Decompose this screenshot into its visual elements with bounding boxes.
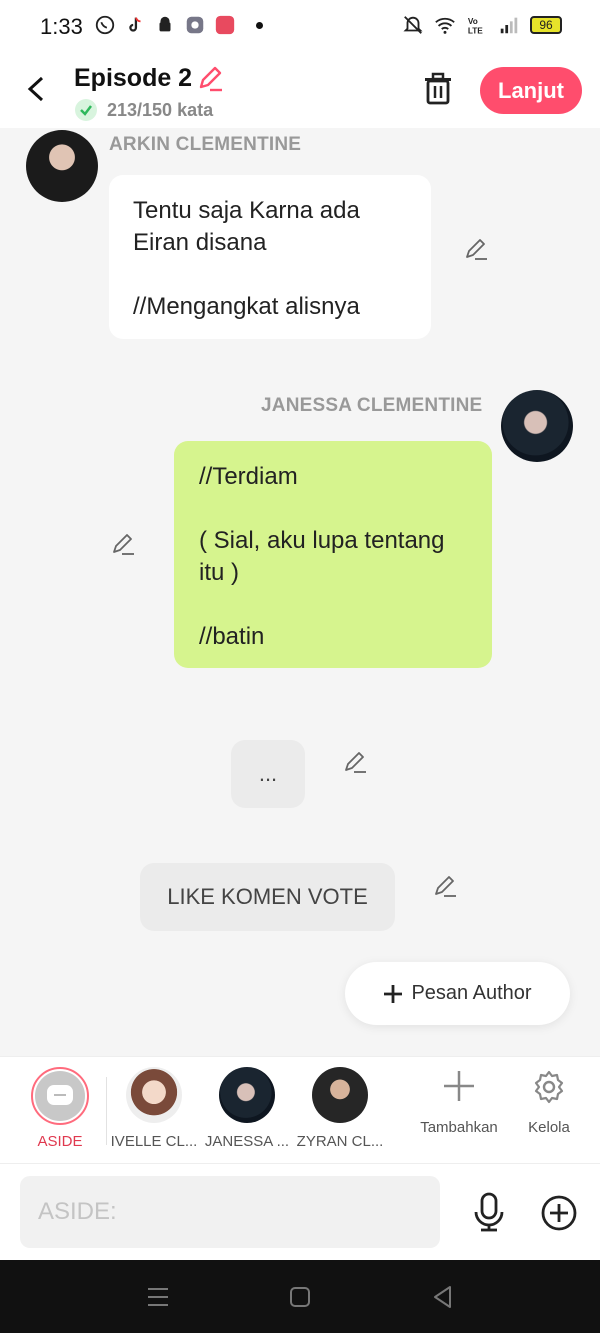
more-notifications-dot (256, 21, 263, 29)
volte-icon: VoLTE (468, 17, 483, 35)
sender-name: JANESSA CLEMENTINE (261, 395, 483, 416)
avatar-janessa-small (219, 1067, 275, 1123)
mangatoon-icon (215, 15, 235, 35)
episode-header: Episode 2 213/150 kata Lanjut (0, 54, 600, 128)
check-circle-icon (75, 99, 97, 121)
add-character-button[interactable]: Tambahkan (414, 1069, 504, 1136)
avatar-janessa[interactable] (501, 390, 573, 462)
plus-icon (444, 1071, 474, 1101)
message-bubble[interactable]: //Terdiam ( Sial, aku lupa tentang itu )… (174, 441, 492, 668)
manage-characters-button[interactable]: Kelola (504, 1069, 594, 1136)
character-janessa[interactable]: JANESSA ... (202, 1067, 292, 1150)
plus-icon (384, 984, 403, 1003)
sender-name: ARKIN CLEMENTINE (109, 134, 302, 155)
aside-avatar (31, 1067, 89, 1125)
whatsapp-icon (95, 15, 115, 35)
message-input[interactable] (20, 1176, 440, 1248)
chat-bubble-icon (47, 1085, 73, 1105)
add-circle-icon[interactable] (540, 1194, 578, 1232)
battery-icon: 96 (530, 16, 562, 34)
system-icons: Vo LTE 96 (402, 14, 562, 36)
word-count: 213/150 kata (107, 100, 214, 120)
chat-area: ARKIN CLEMENTINE Tentu saja Karna ada Ei… (0, 128, 600, 1056)
episode-title: Episode 2 (74, 64, 193, 92)
status-bar: 1:33 Vo LTE 96 (0, 0, 600, 54)
character-bar: ASIDE IVELLE CL... JANESSA ... ZYRAN CL.… (0, 1056, 600, 1164)
microphone-icon[interactable] (470, 1192, 508, 1232)
input-bar (0, 1164, 600, 1260)
next-button[interactable]: Lanjut (480, 67, 582, 114)
signal-icon (500, 17, 518, 34)
edit-message-pencil-icon[interactable] (342, 749, 368, 775)
message-bubble[interactable]: LIKE KOMEN VOTE (140, 863, 395, 931)
home-nav-icon[interactable] (287, 1284, 313, 1310)
character-label: IVELLE CL... (110, 1133, 198, 1150)
avatar-ivelle (126, 1067, 182, 1123)
author-message-button[interactable]: Pesan Author (345, 962, 570, 1025)
trash-icon[interactable] (422, 72, 454, 106)
edit-message-pencil-icon[interactable] (432, 873, 458, 899)
author-message-label: Pesan Author (411, 982, 532, 1004)
menu-nav-icon[interactable] (145, 1284, 171, 1310)
edit-message-pencil-icon[interactable] (110, 531, 136, 557)
message-bubble[interactable]: Tentu saja Karna ada Eiran disana //Meng… (109, 175, 431, 339)
settings-app-icon (186, 16, 204, 34)
mute-icon (403, 16, 423, 34)
divider (106, 1077, 107, 1145)
back-nav-icon[interactable] (430, 1284, 456, 1310)
android-icon (159, 16, 171, 32)
message-bubble[interactable]: ... (231, 740, 305, 808)
gear-icon (534, 1070, 564, 1104)
character-label: ZYRAN CL... (296, 1133, 384, 1150)
character-label: JANESSA ... (204, 1133, 290, 1150)
avatar-zyran (312, 1067, 368, 1123)
edit-title-pencil-icon[interactable] (196, 64, 224, 92)
manage-characters-label: Kelola (528, 1119, 570, 1136)
status-time: 1:33 (40, 14, 83, 39)
edit-message-pencil-icon[interactable] (463, 236, 489, 262)
notification-icons (94, 14, 263, 36)
wifi-icon (435, 17, 455, 34)
character-zyran[interactable]: ZYRAN CL... (295, 1067, 385, 1150)
add-character-label: Tambahkan (420, 1119, 498, 1136)
tiktok-icon (129, 17, 141, 32)
character-aside[interactable]: ASIDE (15, 1067, 105, 1150)
back-arrow-icon[interactable] (24, 74, 50, 104)
avatar-arkin[interactable] (26, 130, 98, 202)
system-nav-bar (0, 1260, 600, 1333)
svg-text:LTE: LTE (468, 26, 483, 35)
svg-text:Vo: Vo (468, 17, 478, 26)
character-ivelle[interactable]: IVELLE CL... (109, 1067, 199, 1150)
character-label: ASIDE (37, 1133, 83, 1150)
